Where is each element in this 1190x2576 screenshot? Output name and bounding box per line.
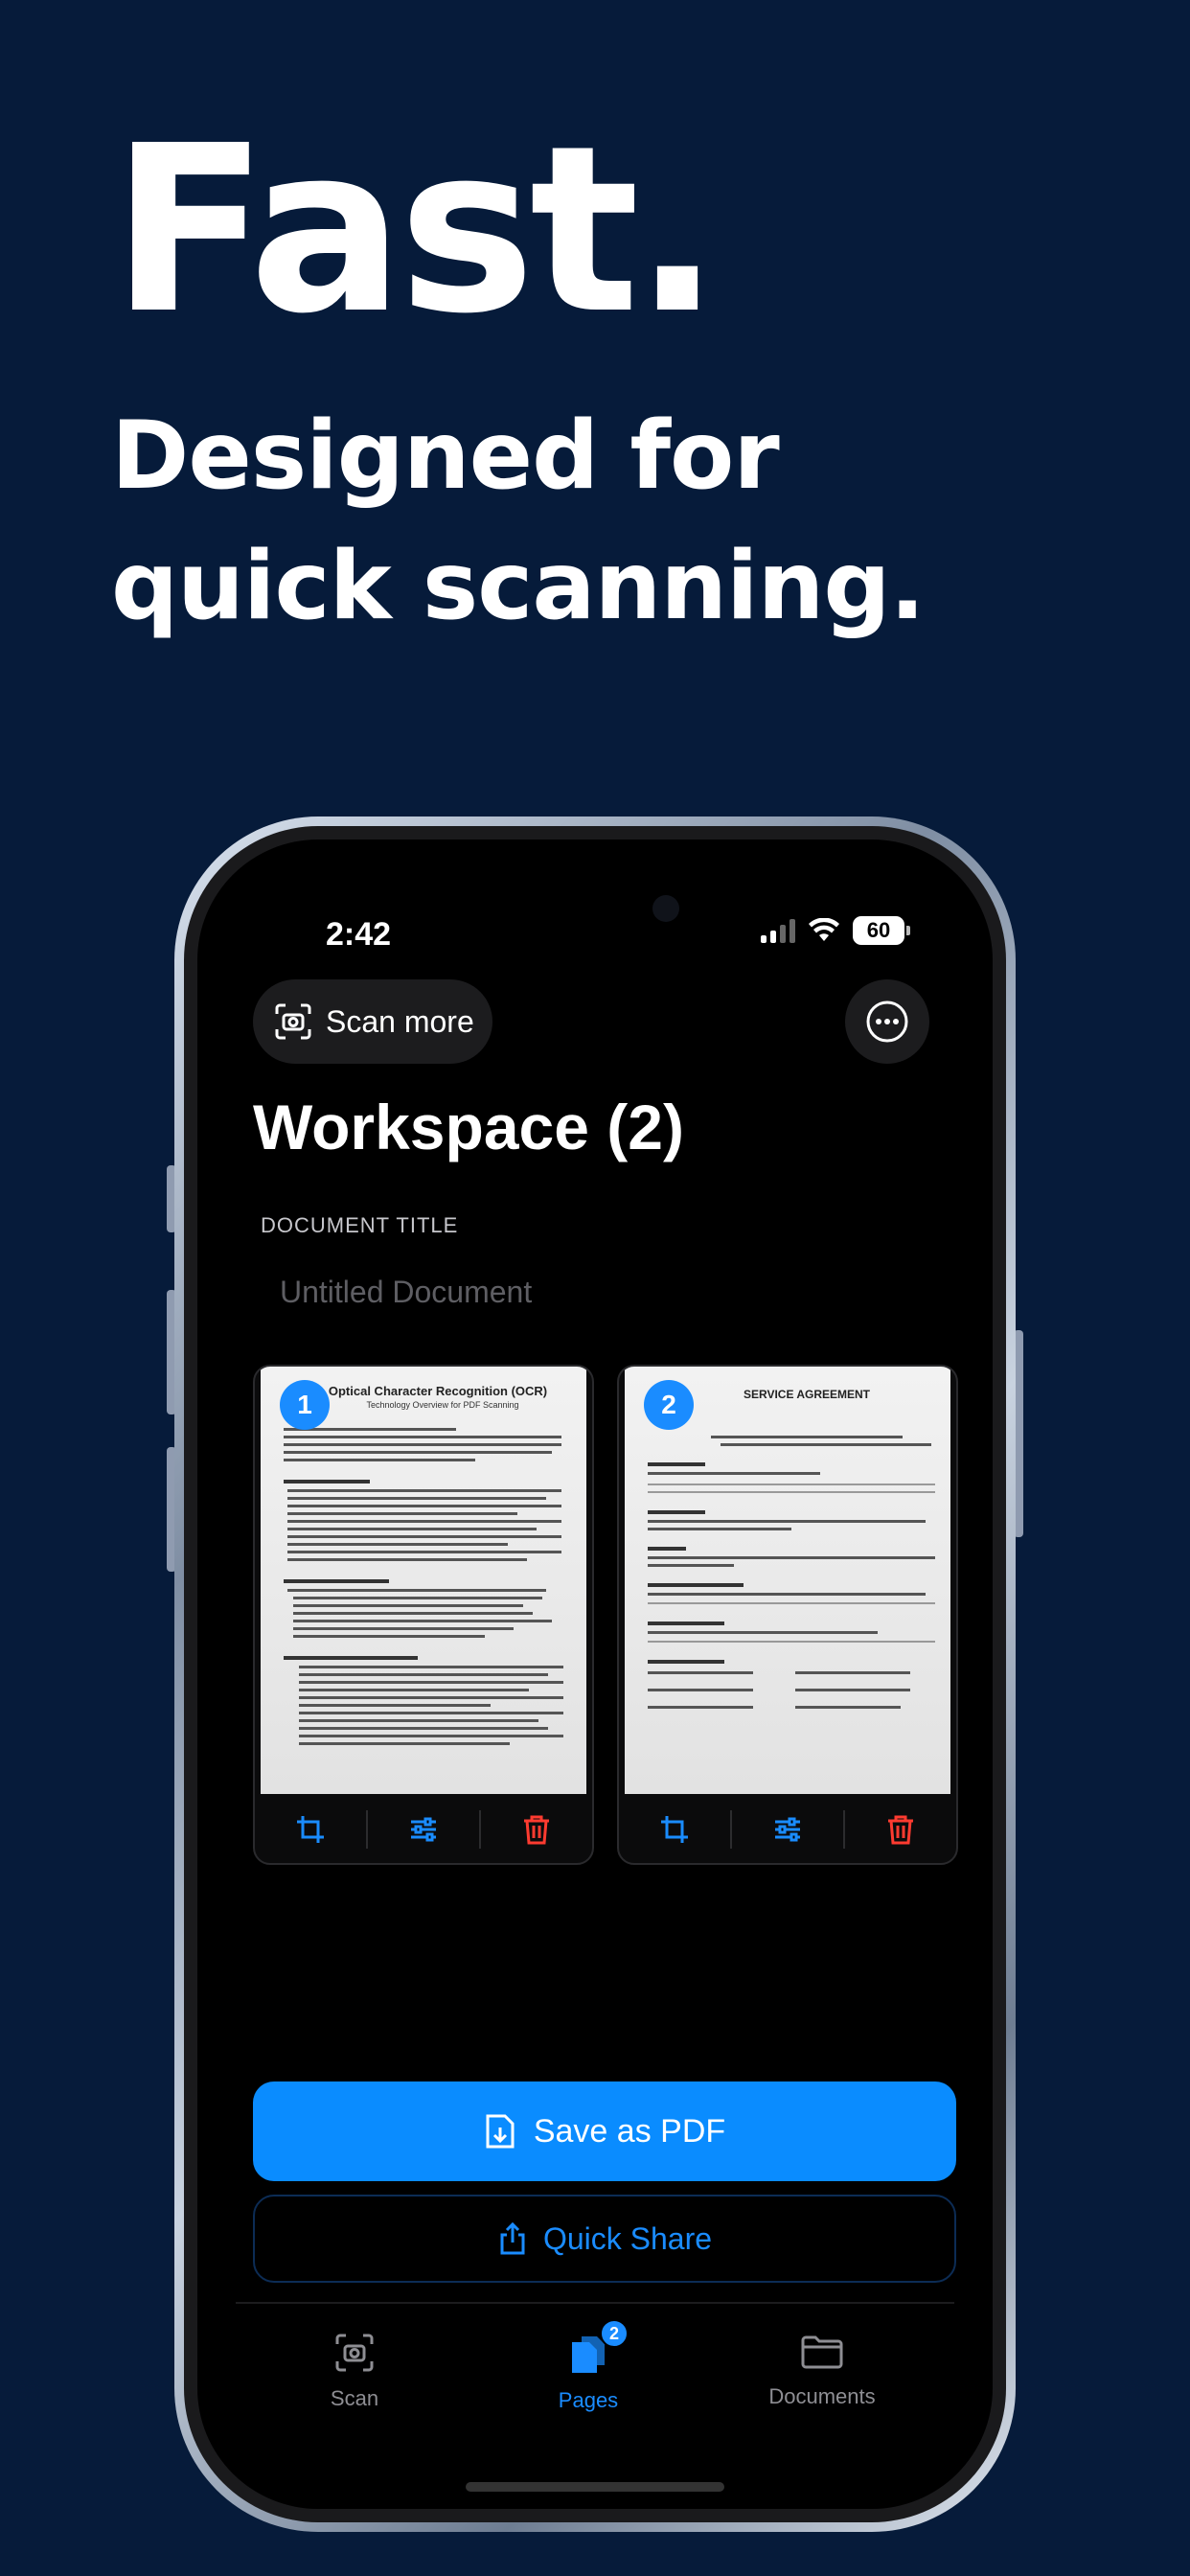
crop-button[interactable]: [255, 1810, 366, 1849]
sliders-icon: [411, 1817, 436, 1842]
page-text-lines: [648, 1436, 935, 1709]
page-thumbnail[interactable]: SERVICE AGREEMENT 2: [625, 1367, 950, 1794]
page-tools: [255, 1796, 592, 1863]
tab-scan-label: Scan: [330, 2386, 379, 2410]
document-title-input[interactable]: [261, 1254, 931, 1330]
quick-share-label: Quick Share: [542, 2220, 713, 2256]
home-indicator: [466, 2482, 724, 2492]
promo-subline-2: quick scanning.: [111, 532, 926, 641]
phone-bezel: 2:42 60 Scan more Workspace (2) DOCUMENT…: [184, 826, 1006, 2522]
workspace-title: Workspace (2): [253, 1092, 684, 1162]
promo-headline: Fast.: [111, 96, 721, 364]
quick-share-button[interactable]: Quick Share: [253, 2195, 956, 2283]
phone-frame: 2:42 60 Scan more Workspace (2) DOCUMENT…: [174, 816, 1016, 2532]
page-number-badge: 2: [644, 1380, 694, 1430]
crop-icon: [661, 1816, 688, 1843]
pages-count-badge: 2: [600, 2319, 629, 2348]
share-icon: [500, 2221, 525, 2255]
ellipsis-circle-icon: [866, 1000, 908, 1043]
trash-icon: [888, 1815, 913, 1845]
status-icons: 60: [761, 916, 910, 945]
trash-icon: [524, 1815, 549, 1845]
tabbar-divider: [236, 2302, 954, 2304]
crop-icon: [297, 1816, 324, 1843]
save-as-pdf-button[interactable]: Save as PDF: [253, 2082, 956, 2181]
promo-subline-1: Designed for: [111, 402, 780, 511]
delete-page-button[interactable]: [481, 1810, 592, 1849]
scan-camera-icon: [275, 1003, 311, 1040]
page-card[interactable]: SERVICE AGREEMENT 2: [617, 1365, 958, 1865]
folder-icon: [801, 2335, 843, 2369]
tab-documents[interactable]: Documents: [726, 2333, 918, 2409]
save-as-pdf-label: Save as PDF: [533, 2112, 726, 2150]
camera-icon: [335, 2334, 374, 2372]
cellular-signal-icon: [761, 918, 795, 943]
adjust-button[interactable]: [368, 1810, 479, 1849]
sliders-icon: [775, 1817, 800, 1842]
adjust-button[interactable]: [732, 1810, 843, 1849]
page-card[interactable]: Optical Character Recognition (OCR) Tech…: [253, 1365, 594, 1865]
delete-page-button[interactable]: [845, 1810, 956, 1849]
crop-button[interactable]: [619, 1810, 730, 1849]
battery-indicator: 60: [853, 916, 910, 945]
page-tools: [619, 1796, 956, 1863]
pdf-download-icon: [486, 2114, 515, 2149]
page-thumbnail[interactable]: Optical Character Recognition (OCR) Tech…: [261, 1367, 586, 1794]
promo-subheadline: Designed for quick scanning.: [111, 391, 926, 652]
tab-scan[interactable]: Scan: [259, 2333, 450, 2411]
front-camera: [652, 895, 679, 922]
more-options-button[interactable]: [845, 979, 929, 1064]
scan-more-button[interactable]: Scan more: [253, 979, 492, 1064]
phone-screen: 2:42 60 Scan more Workspace (2) DOCUMENT…: [197, 840, 993, 2509]
tab-pages-label: Pages: [558, 2388, 619, 2412]
page-number-badge: 1: [280, 1380, 330, 1430]
scan-more-label: Scan more: [326, 1003, 474, 1039]
page-text-lines: [284, 1428, 563, 1745]
document-title-label: DOCUMENT TITLE: [261, 1213, 459, 1237]
tab-documents-label: Documents: [768, 2384, 876, 2408]
status-time: 2:42: [326, 916, 392, 953]
wifi-icon: [809, 918, 839, 941]
tab-pages[interactable]: 2 Pages: [492, 2319, 684, 2413]
